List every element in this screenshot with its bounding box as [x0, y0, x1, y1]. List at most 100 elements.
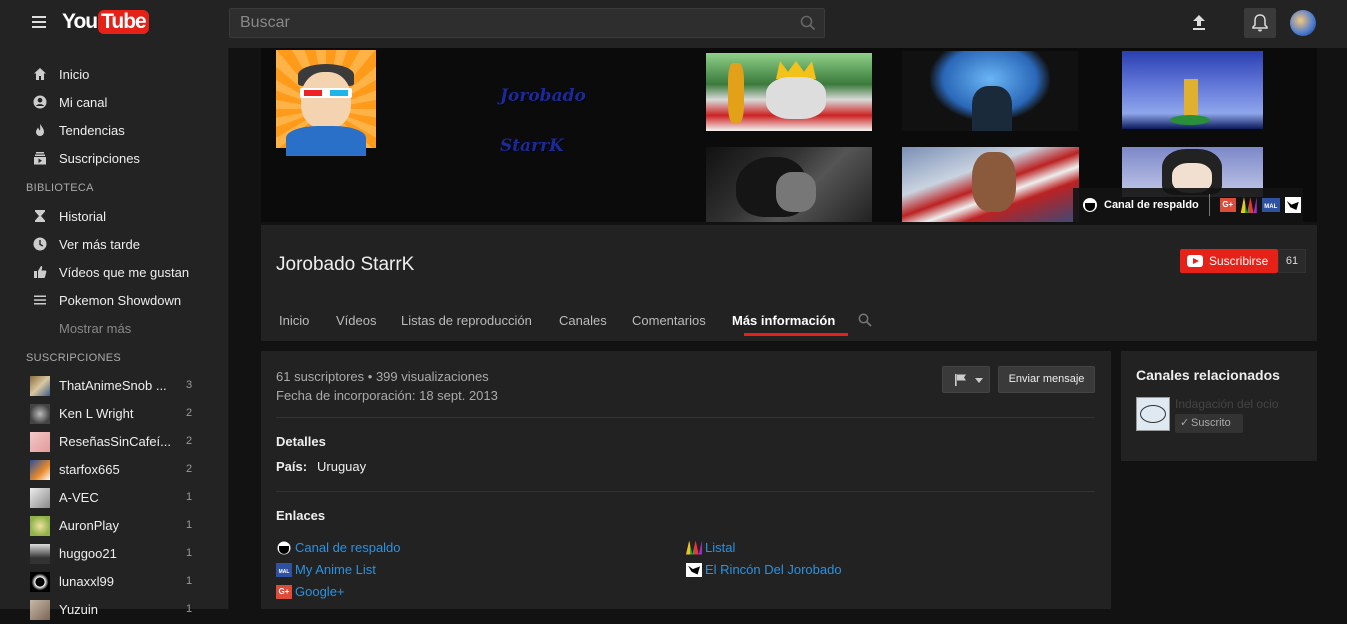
- tab-playlists[interactable]: Listas de reproducción: [401, 313, 532, 328]
- sidebar-item-watch-later[interactable]: Ver más tarde: [0, 230, 229, 258]
- tab-videos[interactable]: Vídeos: [336, 313, 376, 328]
- banner-links-bar: Canal de respaldo G+ MAL: [1073, 188, 1303, 222]
- banner-title-line1: Jorobado: [500, 86, 586, 106]
- related-title: Canales relacionados: [1136, 367, 1280, 383]
- link-backup-channel[interactable]: Canal de respaldo: [276, 540, 401, 555]
- banner-thumbnail: [706, 147, 872, 222]
- youtube-logo[interactable]: You Tube: [62, 10, 149, 34]
- subscription-avatar: [30, 376, 50, 396]
- listal-icon[interactable]: [1240, 197, 1257, 213]
- account-avatar[interactable]: [1290, 10, 1316, 36]
- related-channel-avatar[interactable]: [1136, 397, 1170, 431]
- subscriptions-section-title: SUSCRIPCIONES: [26, 352, 121, 364]
- country-value: Uruguay: [317, 459, 367, 474]
- subscription-avatar: [30, 460, 50, 480]
- send-message-button[interactable]: Enviar mensaje: [998, 366, 1095, 393]
- divider: [276, 417, 1095, 418]
- channel-search-icon[interactable]: [858, 313, 872, 327]
- about-panel: 61 suscriptores • 399 visualizaciones Fe…: [261, 351, 1111, 609]
- flame-icon: [36, 124, 44, 136]
- upload-icon[interactable]: [1189, 12, 1209, 32]
- subscription-name: ThatAnimeSnob ...: [59, 378, 167, 393]
- link-my-anime-list[interactable]: MAL My Anime List: [276, 562, 376, 577]
- blog-icon[interactable]: [1284, 197, 1301, 213]
- sidebar-item-label: Suscripciones: [59, 150, 140, 166]
- link-el-rincon-del-jorobado[interactable]: El Rincón Del Jorobado: [686, 562, 842, 577]
- notifications-button[interactable]: [1244, 8, 1276, 38]
- banner-thumbnail: [902, 51, 1078, 131]
- subscription-item[interactable]: ReseñasSinCafeí... 2: [0, 428, 229, 456]
- hourglass-icon: [35, 210, 45, 222]
- sidebar-item-history[interactable]: Historial: [0, 202, 229, 230]
- listal-icon: [686, 540, 702, 555]
- show-more-link[interactable]: Mostrar más: [0, 314, 229, 342]
- tab-channels[interactable]: Canales: [559, 313, 607, 328]
- subscription-item[interactable]: starfox665 2: [0, 456, 229, 484]
- tab-about[interactable]: Más información: [732, 313, 835, 328]
- sidebar-item-label: Inicio: [59, 66, 90, 82]
- subscription-item[interactable]: A-VEC 1: [0, 484, 229, 512]
- sidebar-item-liked-videos[interactable]: Vídeos que me gustan: [0, 258, 229, 286]
- link-label: Listal: [705, 540, 736, 555]
- subscription-name: AuronPlay: [59, 518, 119, 533]
- sidebar-item-trending[interactable]: Tendencias: [0, 116, 229, 144]
- search-input[interactable]: [230, 9, 790, 37]
- report-button[interactable]: [942, 366, 990, 393]
- related-channels: Canales relacionados Indagación del ocio…: [1121, 351, 1317, 461]
- subscription-item[interactable]: huggoo21 1: [0, 540, 229, 568]
- sidebar-item-pokemon-showdown[interactable]: Pokemon Showdown: [0, 286, 229, 314]
- subscription-count: 3: [186, 379, 193, 391]
- subscribed-label: Suscrito: [1191, 417, 1231, 429]
- channel-name: Jorobado StarrK: [276, 254, 415, 275]
- sidebar-item-my-channel[interactable]: Mi canal: [0, 88, 229, 116]
- link-google-plus[interactable]: G+ Google+: [276, 584, 345, 599]
- subscription-item[interactable]: ThatAnimeSnob ... 3: [0, 372, 229, 400]
- subscriber-stat: 61 suscriptores: [276, 369, 365, 384]
- banner-title-line2: StarrK: [500, 136, 564, 156]
- subscription-count: 2: [186, 407, 193, 419]
- sidebar: Inicio Mi canal Tendencias Suscripciones…: [0, 48, 229, 620]
- sidebar-item-label: Ver más tarde: [59, 236, 140, 252]
- tab-home[interactable]: Inicio: [279, 313, 309, 328]
- subscription-count: 1: [186, 575, 193, 587]
- related-channel-name[interactable]: Indagación del ocio: [1175, 397, 1278, 411]
- subscription-item[interactable]: Yuzuin 1: [0, 596, 229, 624]
- mal-icon[interactable]: MAL: [1261, 198, 1280, 212]
- sidebar-item-label: Vídeos que me gustan: [59, 264, 190, 280]
- library-section-title: BIBLIOTECA: [26, 182, 94, 194]
- subscription-name: Yuzuin: [59, 602, 99, 617]
- subscription-item[interactable]: Ken L Wright 2: [0, 400, 229, 428]
- link-listal[interactable]: Listal: [686, 540, 735, 555]
- subscription-name: Ken L Wright: [59, 406, 134, 421]
- playlist-icon: [34, 295, 46, 305]
- subscriptions-icon: [34, 152, 46, 165]
- subscription-name: lunaxxl99: [59, 574, 114, 589]
- google-plus-icon[interactable]: G+: [1219, 198, 1236, 212]
- subscription-item[interactable]: AuronPlay 1: [0, 512, 229, 540]
- banner-backup-link[interactable]: Canal de respaldo: [1104, 199, 1199, 211]
- sidebar-item-home[interactable]: Inicio: [0, 60, 229, 88]
- tab-comments[interactable]: Comentarios: [632, 313, 706, 328]
- subscription-item[interactable]: lunaxxl99 1: [0, 568, 229, 596]
- thumbs-up-icon: [34, 266, 47, 278]
- channel-avatar: [276, 50, 376, 156]
- subscription-avatar: [30, 488, 50, 508]
- link-label: My Anime List: [295, 562, 376, 577]
- subscription-count: 1: [186, 519, 193, 531]
- join-date: Fecha de incorporación: 18 sept. 2013: [276, 388, 498, 403]
- channel-stats: 61 suscriptores • 399 visualizaciones Fe…: [276, 369, 498, 403]
- sidebar-item-subscriptions[interactable]: Suscripciones: [0, 144, 229, 172]
- banner-thumbnail: [706, 53, 872, 131]
- search-icon[interactable]: [800, 15, 816, 31]
- subscribe-button[interactable]: Suscribirse: [1180, 249, 1278, 273]
- channel-header: Jorobado StarrK Suscribirse 61 Inicio Ví…: [261, 225, 1317, 341]
- google-plus-icon: G+: [276, 584, 292, 599]
- subscription-name: huggoo21: [59, 546, 117, 561]
- subscription-count: 1: [186, 547, 193, 559]
- subscribed-button[interactable]: ✓ Suscrito: [1175, 414, 1243, 433]
- subscription-name: starfox665: [59, 462, 120, 477]
- clock-icon: [33, 237, 47, 251]
- menu-icon[interactable]: [32, 16, 46, 30]
- youtube-play-icon: [1187, 255, 1203, 267]
- subscription-avatar: [30, 600, 50, 620]
